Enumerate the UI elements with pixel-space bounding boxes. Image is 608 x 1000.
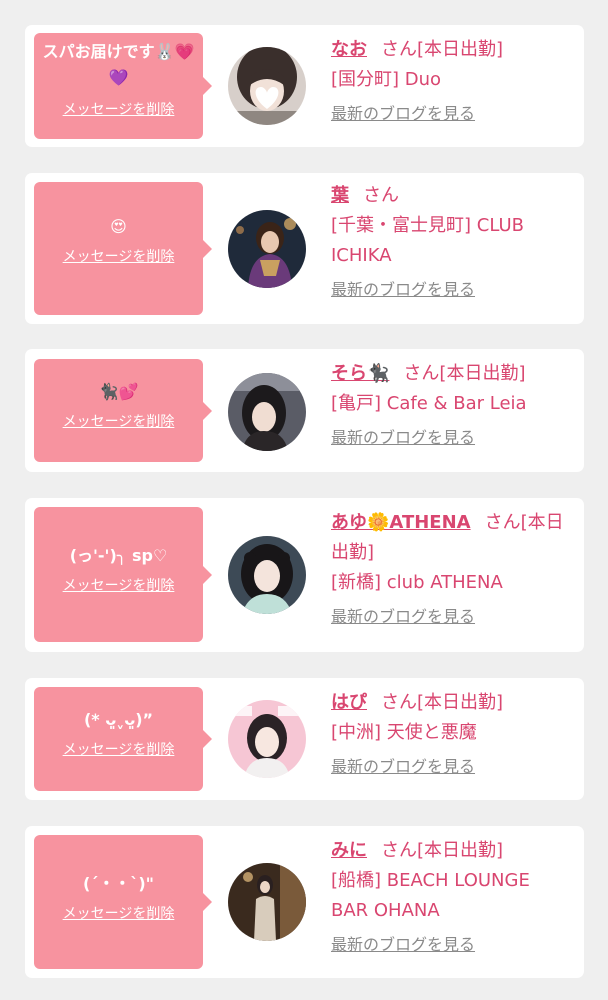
latest-blog-link[interactable]: 最新のブログを見る	[331, 752, 475, 782]
shop-label: [船橋] BEACH LOUNGE BAR OHANA	[331, 870, 530, 921]
message-card: (* ᴗ͈ˬᴗ͈)” メッセージを削除 はぴ さん[本日出勤] [中洲] 天使と悪…	[25, 678, 584, 800]
delete-message-link[interactable]: メッセージを削除	[63, 575, 175, 595]
delete-message-link[interactable]: メッセージを削除	[63, 739, 175, 759]
delete-message-link[interactable]: メッセージを削除	[63, 903, 175, 923]
cast-name-link[interactable]: そら🐈‍⬛	[331, 363, 389, 384]
attendance-status: [本日出勤]	[417, 692, 504, 713]
cast-info: あゆ🌼ATHENA さん[本日出勤] [新橋] club ATHENA 最新のブロ…	[331, 508, 572, 632]
honorific: さん	[484, 512, 521, 533]
delete-message-link[interactable]: メッセージを削除	[63, 99, 175, 119]
shop-label: [中洲] 天使と悪魔	[331, 722, 477, 743]
avatar[interactable]	[228, 210, 306, 288]
delete-message-link[interactable]: メッセージを削除	[63, 411, 175, 431]
message-card: (ˊ・・ˋ)" メッセージを削除 みに さん[本日出勤] [船橋] BEACH L…	[25, 826, 584, 978]
message-card: 😍 メッセージを削除 葉さん [千葉・富士見町] CLUB ICHIKA 最新の…	[25, 173, 584, 324]
latest-blog-link[interactable]: 最新のブログを見る	[331, 99, 475, 129]
cast-name-link[interactable]: あゆ🌼ATHENA	[331, 512, 471, 533]
shop-label: [国分町] Duo	[331, 69, 442, 90]
message-text: (ˊ・・ˋ)"	[83, 874, 154, 893]
avatar[interactable]	[228, 47, 306, 125]
message-bubble: (* ᴗ͈ˬᴗ͈)” メッセージを削除	[34, 687, 212, 791]
shop-label: [千葉・富士見町] CLUB ICHIKA	[331, 215, 524, 266]
latest-blog-link[interactable]: 最新のブログを見る	[331, 275, 475, 305]
message-text: スパお届けです🐰💗💜	[42, 42, 195, 87]
cast-name-link[interactable]: はぴ	[331, 692, 367, 713]
honorific: さん	[381, 39, 417, 60]
message-text: 😍	[110, 217, 127, 236]
message-bubble: 🐈‍⬛💕 メッセージを削除	[34, 359, 212, 462]
honorific: さん	[381, 692, 417, 713]
cast-info: そら🐈‍⬛ さん[本日出勤] [亀戸] Cafe & Bar Leia 最新のブロ…	[331, 359, 572, 453]
honorific: さん	[403, 363, 440, 384]
latest-blog-link[interactable]: 最新のブログを見る	[331, 602, 475, 632]
cast-name-link[interactable]: 葉	[331, 185, 349, 206]
delete-message-link[interactable]: メッセージを削除	[63, 246, 175, 266]
message-bubble: スパお届けです🐰💗💜 メッセージを削除	[34, 33, 212, 139]
message-text: (っ'-')╮ sp♡	[69, 546, 168, 565]
message-bubble: (ˊ・・ˋ)" メッセージを削除	[34, 835, 212, 969]
message-text: 🐈‍⬛💕	[98, 382, 139, 401]
honorific: さん	[363, 185, 399, 206]
avatar[interactable]	[228, 373, 306, 451]
shop-label: [新橋] club ATHENA	[331, 572, 503, 593]
cast-info: なお さん[本日出勤] [国分町] Duo 最新のブログを見る	[331, 35, 572, 129]
cast-info: はぴ さん[本日出勤] [中洲] 天使と悪魔 最新のブログを見る	[331, 688, 572, 782]
message-card: (っ'-')╮ sp♡ メッセージを削除 あゆ🌼ATHENA さん[本日出勤] […	[25, 498, 584, 652]
attendance-status: [本日出勤]	[439, 363, 526, 384]
avatar[interactable]	[228, 863, 306, 941]
attendance-status: [本日出勤]	[417, 840, 504, 861]
avatar[interactable]	[228, 700, 306, 778]
shop-label: [亀戸] Cafe & Bar Leia	[331, 393, 527, 414]
latest-blog-link[interactable]: 最新のブログを見る	[331, 930, 475, 960]
message-text: (* ᴗ͈ˬᴗ͈)”	[83, 710, 154, 729]
message-bubble: (っ'-')╮ sp♡ メッセージを削除	[34, 507, 212, 642]
cast-name-link[interactable]: なお	[331, 39, 367, 60]
cast-info: みに さん[本日出勤] [船橋] BEACH LOUNGE BAR OHANA 最…	[331, 836, 572, 960]
cast-info: 葉さん [千葉・富士見町] CLUB ICHIKA 最新のブログを見る	[331, 181, 572, 305]
attendance-status: [本日出勤]	[417, 39, 504, 60]
avatar[interactable]	[228, 536, 306, 614]
message-card: スパお届けです🐰💗💜 メッセージを削除 なお さん[本日出勤] [国分町] Duo…	[25, 25, 584, 147]
cast-name-link[interactable]: みに	[331, 840, 367, 861]
message-card: 🐈‍⬛💕 メッセージを削除 そら🐈‍⬛ さん[本日出勤] [亀戸] Cafe & …	[25, 349, 584, 472]
message-list: スパお届けです🐰💗💜 メッセージを削除 なお さん[本日出勤] [国分町] Duo…	[0, 0, 608, 1000]
honorific: さん	[381, 840, 417, 861]
message-bubble: 😍 メッセージを削除	[34, 182, 212, 315]
latest-blog-link[interactable]: 最新のブログを見る	[331, 423, 475, 453]
